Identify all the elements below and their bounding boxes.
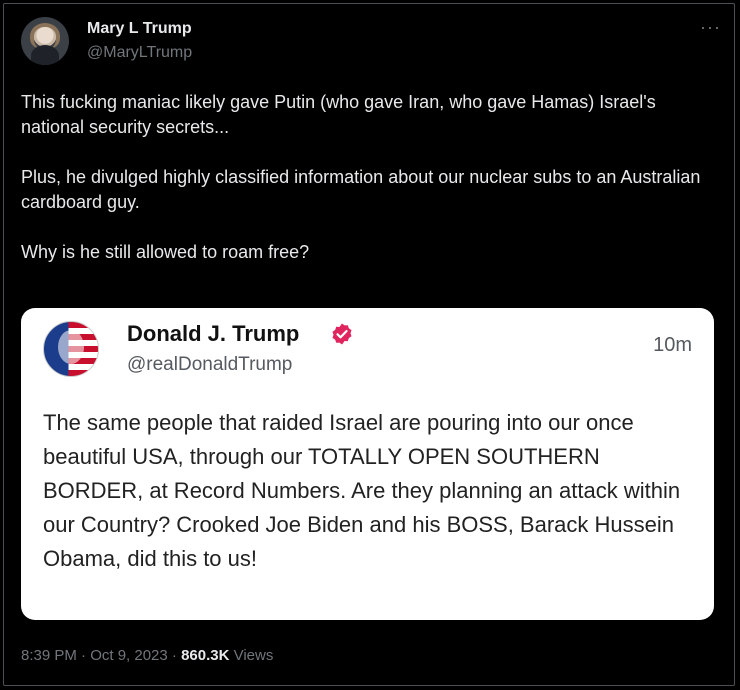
more-options-icon[interactable]: ··· bbox=[700, 17, 721, 38]
views-count: 860.3K bbox=[181, 647, 230, 664]
tweet-header: Mary L Trump @MaryLTrump ··· bbox=[21, 17, 721, 69]
author-avatar[interactable] bbox=[21, 17, 69, 65]
author-handle[interactable]: @MaryLTrump bbox=[87, 44, 192, 62]
views-label: Views bbox=[229, 647, 274, 664]
quoted-author-handle[interactable]: @realDonaldTrump bbox=[127, 354, 292, 376]
quoted-author-avatar[interactable] bbox=[43, 321, 99, 377]
verified-badge-icon bbox=[332, 323, 352, 345]
quoted-tweet-text: The same people that raided Israel are p… bbox=[43, 410, 681, 571]
quoted-time: 10m bbox=[653, 334, 692, 356]
quoted-tweet[interactable]: Donald J. Trump @realDonaldTrump 10m The… bbox=[21, 308, 714, 620]
tweet-text: This fucking maniac likely gave Putin (w… bbox=[21, 92, 701, 262]
tweet-timestamp[interactable]: 8:39 PM · Oct 9, 2023 · bbox=[21, 647, 181, 664]
tweet-footer: 8:39 PM · Oct 9, 2023 · 860.3K Views bbox=[21, 647, 273, 664]
author-name[interactable]: Mary L Trump bbox=[87, 20, 192, 38]
quoted-author-name[interactable]: Donald J. Trump bbox=[127, 321, 299, 347]
